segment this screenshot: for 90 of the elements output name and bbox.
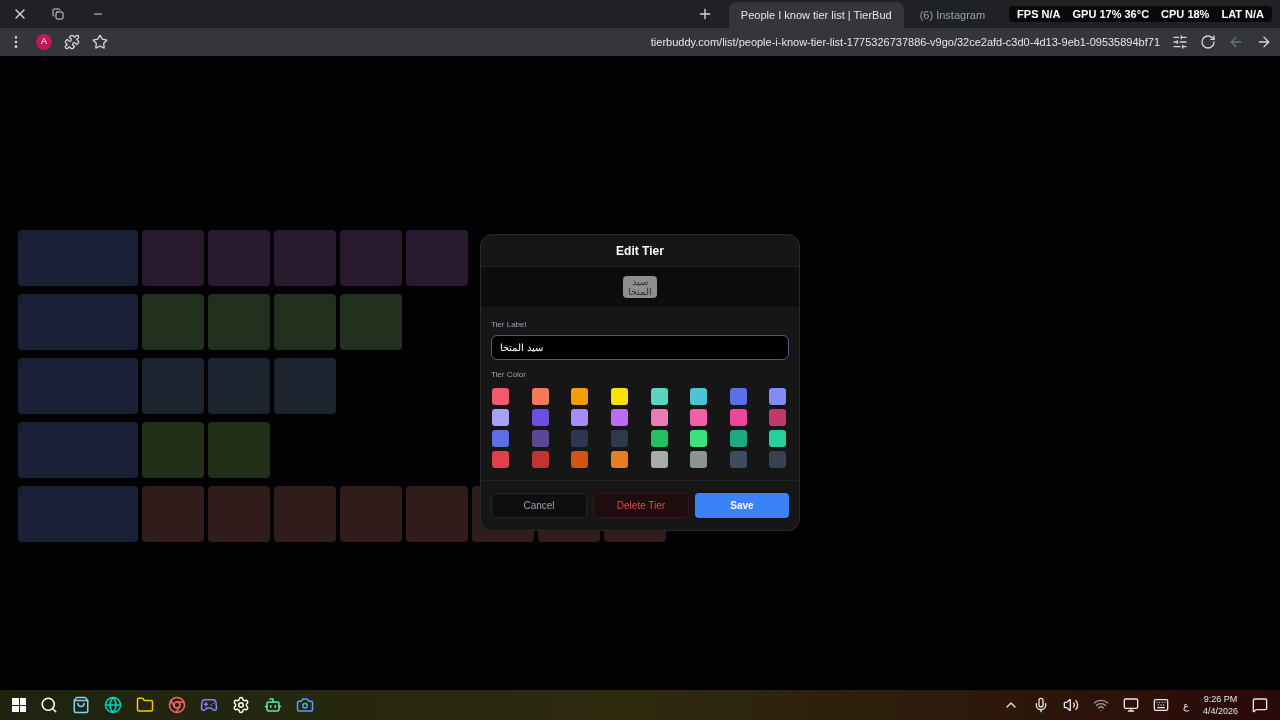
tier-item bbox=[142, 358, 204, 414]
browser-tab[interactable]: (6) Instagram bbox=[907, 2, 998, 28]
tier-item bbox=[142, 230, 204, 286]
color-swatch[interactable] bbox=[650, 451, 668, 468]
delete-tier-button[interactable]: Delete Tier bbox=[593, 493, 689, 518]
camera-icon[interactable] bbox=[296, 696, 314, 714]
bookmark-star-icon[interactable] bbox=[92, 34, 108, 50]
color-swatch[interactable] bbox=[492, 409, 509, 426]
tier-item bbox=[340, 230, 402, 286]
store-bag-icon[interactable] bbox=[72, 696, 90, 714]
color-swatch[interactable] bbox=[690, 451, 708, 468]
tier-item bbox=[208, 294, 270, 350]
color-swatch[interactable] bbox=[571, 409, 589, 426]
reload-icon[interactable] bbox=[1200, 34, 1216, 50]
color-swatch[interactable] bbox=[650, 430, 668, 447]
color-swatch[interactable] bbox=[531, 409, 549, 426]
color-swatch[interactable] bbox=[650, 388, 668, 405]
color-swatch[interactable] bbox=[531, 430, 549, 447]
tier-item bbox=[208, 358, 270, 414]
forward-arrow-icon[interactable] bbox=[1256, 34, 1272, 50]
tier-item bbox=[208, 486, 270, 542]
color-swatch[interactable] bbox=[531, 388, 549, 405]
color-swatch[interactable] bbox=[729, 409, 747, 426]
tier-label-input[interactable]: سيد المتخا bbox=[491, 335, 789, 360]
folder-icon[interactable] bbox=[136, 696, 154, 714]
robot-icon[interactable] bbox=[264, 696, 282, 714]
tier-item bbox=[208, 230, 270, 286]
color-swatch[interactable] bbox=[729, 388, 747, 405]
browser-tab[interactable]: People I know tier list | TierBud bbox=[728, 2, 904, 28]
gear-icon[interactable] bbox=[232, 696, 250, 714]
color-swatch[interactable] bbox=[571, 388, 589, 405]
address-bar[interactable]: tierbuddy.com/list/people-i-know-tier-list-1775326737886-v9go/32ce2afd-c3d0-4d13-9eb1-09535894bf71 bbox=[650, 33, 1160, 51]
network-icon[interactable] bbox=[1092, 697, 1109, 713]
color-swatch[interactable] bbox=[531, 451, 549, 468]
tier-item bbox=[274, 486, 336, 542]
color-swatch[interactable] bbox=[610, 409, 628, 426]
monitor-icon[interactable] bbox=[1122, 697, 1139, 713]
color-swatch[interactable] bbox=[610, 430, 628, 447]
tier-item bbox=[208, 422, 270, 478]
tier-item bbox=[406, 486, 468, 542]
color-swatch[interactable] bbox=[610, 388, 628, 405]
color-swatch[interactable] bbox=[769, 451, 787, 468]
color-swatch[interactable] bbox=[492, 430, 509, 447]
tier-item bbox=[274, 358, 336, 414]
extensions-icon[interactable] bbox=[64, 34, 80, 50]
browser-globe-icon[interactable] bbox=[104, 696, 122, 714]
language-indicator[interactable]: ع bbox=[1182, 697, 1189, 713]
site-settings-icon[interactable] bbox=[1172, 34, 1188, 50]
color-swatch[interactable] bbox=[729, 430, 747, 447]
tier-item bbox=[274, 294, 336, 350]
tier-item bbox=[142, 294, 204, 350]
back-arrow-icon[interactable] bbox=[1228, 34, 1244, 50]
gamepad-icon[interactable] bbox=[200, 696, 218, 714]
tier-preview: سيد المتخا bbox=[623, 276, 657, 298]
color-swatch[interactable] bbox=[769, 388, 787, 405]
color-swatch[interactable] bbox=[729, 451, 747, 468]
color-swatch[interactable] bbox=[492, 388, 509, 405]
save-button[interactable]: Save bbox=[695, 493, 789, 518]
cancel-button[interactable]: Cancel bbox=[491, 493, 587, 518]
color-swatch[interactable] bbox=[769, 430, 787, 447]
taskbar-clock[interactable]: 9:26 PM 4/4/2026 bbox=[1202, 693, 1238, 717]
stat-reading: LAT N/A bbox=[1221, 6, 1264, 22]
windows-start-icon[interactable] bbox=[12, 698, 26, 712]
color-swatch[interactable] bbox=[492, 451, 509, 468]
color-swatch[interactable] bbox=[690, 430, 708, 447]
notifications-icon[interactable] bbox=[1252, 697, 1268, 713]
tier-item bbox=[406, 230, 468, 286]
search-icon[interactable] bbox=[40, 696, 58, 714]
color-swatch[interactable] bbox=[571, 430, 589, 447]
color-swatch[interactable] bbox=[690, 388, 708, 405]
volume-icon[interactable] bbox=[1062, 697, 1079, 713]
tier-item bbox=[340, 294, 402, 350]
color-swatch[interactable] bbox=[650, 409, 668, 426]
color-swatch[interactable] bbox=[610, 451, 628, 468]
browser-icon[interactable] bbox=[168, 696, 186, 714]
field-label: Tier Label bbox=[491, 319, 528, 331]
stat-reading: GPU 17% 36°C bbox=[1072, 6, 1150, 22]
keyboard-icon[interactable] bbox=[1152, 697, 1169, 713]
tier-item bbox=[142, 422, 204, 478]
tier-item bbox=[340, 486, 402, 542]
color-swatch[interactable] bbox=[690, 409, 708, 426]
stat-reading: CPU 18% bbox=[1161, 6, 1210, 22]
tier-item bbox=[142, 486, 204, 542]
color-swatch[interactable] bbox=[769, 409, 787, 426]
tier-item bbox=[274, 230, 336, 286]
profile-avatar[interactable]: A bbox=[36, 34, 52, 50]
color-swatch[interactable] bbox=[571, 451, 589, 468]
stat-reading: FPS N/A bbox=[1017, 6, 1061, 22]
restore-icon[interactable] bbox=[52, 8, 64, 20]
field-label: Tier Color bbox=[491, 369, 527, 381]
